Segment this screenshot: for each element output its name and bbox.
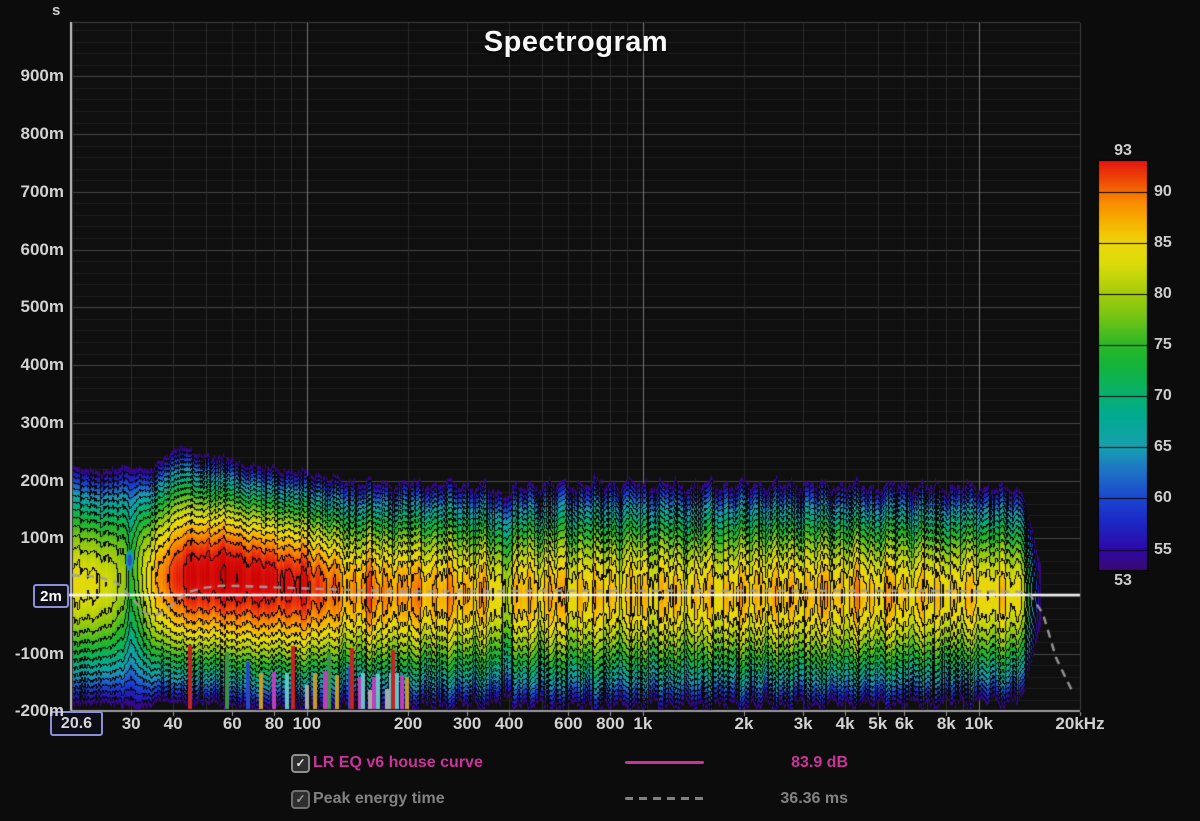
y-tick-label: 500m	[2, 297, 64, 317]
peak-energy-time-line-sample	[625, 797, 704, 800]
y-tick-label: 300m	[2, 413, 64, 433]
colorbar-tick-label: 70	[1154, 387, 1172, 405]
x-tick-label: 300	[453, 714, 481, 734]
x-tick-label: 8k	[937, 714, 956, 734]
x-tick-label: 400	[495, 714, 523, 734]
x-tick-label: 6k	[895, 714, 914, 734]
peak-energy-time-label: Peak energy time	[313, 790, 445, 808]
colorbar-max-label: 93	[1114, 142, 1132, 160]
y-tick-label: 200m	[2, 471, 64, 491]
x-tick-label: 5k	[868, 714, 887, 734]
y-tick-label: -200m	[2, 701, 64, 721]
x-tick-label: 3k	[794, 714, 813, 734]
y-tick-label: 700m	[2, 182, 64, 202]
house-curve-value: 83.9 dB	[700, 754, 848, 772]
x-tick-label: 10k	[965, 714, 993, 734]
colorbar-min-label: 53	[1114, 572, 1132, 590]
colorbar-tick-label: 85	[1154, 234, 1172, 252]
chart-title: Spectrogram	[484, 26, 668, 59]
x-tick-label: 30	[122, 714, 141, 734]
x-tick-label: 800	[596, 714, 624, 734]
x-tick-label: 40	[164, 714, 183, 734]
x-tick-label: 100	[293, 714, 321, 734]
cursor-time-readout[interactable]: 2m	[33, 584, 69, 608]
x-tick-label: 1k	[633, 714, 652, 734]
x-tick-label: 200	[394, 714, 422, 734]
y-tick-label: -100m	[2, 644, 64, 664]
y-tick-label: 600m	[2, 240, 64, 260]
colorbar-tick-label: 60	[1154, 489, 1172, 507]
y-tick-label: 100m	[2, 528, 64, 548]
x-tick-label: 4k	[836, 714, 855, 734]
colorbar-tick-label: 55	[1154, 541, 1172, 559]
colorbar-tick-label: 80	[1154, 285, 1172, 303]
spectrogram-window: Spectrogram s 2m 20.6 ✓ LR EQ v6 house c…	[0, 0, 1200, 821]
house-curve-line-sample	[625, 761, 704, 764]
colorbar-tick-label: 65	[1154, 438, 1172, 456]
peak-energy-time-value: 36.36 ms	[700, 790, 848, 808]
x-tick-label: 80	[265, 714, 284, 734]
house-curve-label: LR EQ v6 house curve	[313, 754, 483, 772]
colorbar-tick-label: 75	[1154, 336, 1172, 354]
x-tick-label: 600	[554, 714, 582, 734]
y-tick-label: 400m	[2, 355, 64, 375]
x-tick-label: 60	[223, 714, 242, 734]
y-axis-unit-label: s	[52, 2, 60, 19]
spectrogram-plot-canvas[interactable]	[0, 0, 1200, 821]
x-tick-label: 2k	[735, 714, 754, 734]
y-tick-label: 800m	[2, 124, 64, 144]
y-tick-label: 900m	[2, 66, 64, 86]
x-tick-label: 20kHz	[1055, 714, 1104, 734]
peak-energy-time-checkbox[interactable]: ✓	[291, 790, 310, 809]
colorbar-tick-label: 90	[1154, 183, 1172, 201]
house-curve-checkbox[interactable]: ✓	[291, 754, 310, 773]
